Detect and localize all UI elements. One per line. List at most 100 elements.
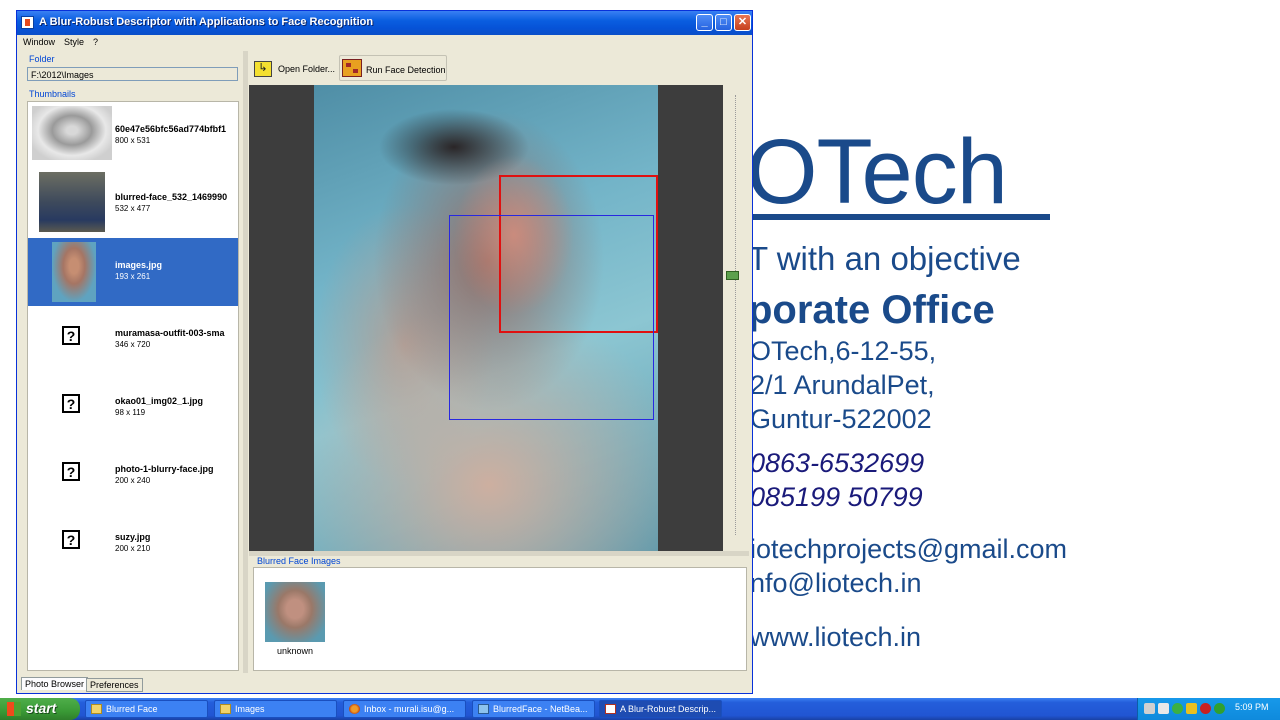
windows-logo-icon	[7, 702, 21, 716]
display-icon[interactable]	[1158, 703, 1169, 714]
thumbnail-item[interactable]: blurred-face_532_1469990 532 x 477	[28, 170, 238, 238]
blurred-faces-panel: unknown	[253, 567, 747, 671]
taskbar-item-blur-robust[interactable]: A Blur-Robust Descrip...	[599, 700, 722, 718]
thumbnail-filename: photo-1-blurry-face.jpg	[115, 464, 214, 474]
title-bar[interactable]: A Blur-Robust Descriptor with Applicatio…	[17, 11, 752, 35]
network-icon[interactable]	[1144, 703, 1155, 714]
taskbar-item-label: A Blur-Robust Descrip...	[620, 704, 717, 714]
thumbnail-item[interactable]: ? suzy.jpg 200 x 210	[28, 510, 238, 578]
maximize-button[interactable]: □	[715, 14, 732, 31]
thumbnail-filename: suzy.jpg	[115, 532, 151, 542]
thumbnail-dimensions: 200 x 210	[115, 544, 151, 553]
open-folder-label: Open Folder...	[278, 64, 336, 74]
phone-number: 085199 50799	[752, 482, 923, 512]
tab-preferences[interactable]: Preferences	[86, 678, 143, 692]
company-logo-text: OTech	[752, 121, 1008, 223]
missing-image-icon: ?	[62, 530, 80, 549]
menu-bar: Window Style ?	[17, 35, 752, 51]
thumbnail-item[interactable]: ? muramasa-outfit-003-sma 346 x 720	[28, 306, 238, 374]
thumbnail-preview	[39, 172, 105, 232]
folder-icon	[220, 704, 231, 714]
thumbnail-preview	[52, 242, 96, 302]
folder-label: Folder	[29, 54, 55, 64]
address-line: 2/1 ArundalPet,	[752, 370, 935, 400]
thumbnail-dimensions: 346 x 720	[115, 340, 151, 349]
thumbnail-item-selected[interactable]: images.jpg 193 x 261	[28, 238, 238, 306]
netbeans-icon	[478, 704, 489, 714]
thumbnail-item[interactable]: ? okao01_img02_1.jpg 98 x 119	[28, 374, 238, 442]
menu-window[interactable]: Window	[23, 37, 55, 47]
taskbar-item-label: Images	[235, 704, 265, 714]
face-region-box	[449, 215, 654, 420]
taskbar: start Blurred Face Images Inbox - murali…	[0, 698, 1280, 720]
email-address: iotechprojects@gmail.com	[752, 534, 1068, 564]
antivirus-icon[interactable]	[1200, 703, 1211, 714]
tab-photo-browser[interactable]: Photo Browser	[21, 677, 89, 690]
thumbnail-filename: images.jpg	[115, 260, 163, 270]
address-line: Guntur-522002	[752, 404, 932, 434]
logo-underline	[752, 214, 1050, 220]
app-window: A Blur-Robust Descriptor with Applicatio…	[16, 10, 753, 694]
minimize-button[interactable]: _	[696, 14, 713, 31]
email-address: nfo@liotech.in	[752, 568, 922, 598]
slider-knob[interactable]	[726, 271, 739, 280]
taskbar-item-label: Blurred Face	[106, 704, 158, 714]
start-label: start	[26, 700, 57, 716]
open-folder-icon: ↳	[254, 61, 272, 77]
thumbnail-list[interactable]: 60e47e56bfc56ad774bfbf1 800 x 531 blurre…	[27, 101, 239, 671]
messenger-icon[interactable]	[1186, 703, 1197, 714]
clock: 5:09 PM	[1235, 702, 1269, 712]
thumbnails-label: Thumbnails	[29, 89, 76, 99]
taskbar-item-blurred-face[interactable]: Blurred Face	[85, 700, 208, 718]
slide-tagline: T with an objective	[752, 240, 1021, 277]
open-folder-button[interactable]: ↳ Open Folder...	[251, 55, 337, 81]
blurred-faces-label: Blurred Face Images	[257, 556, 341, 566]
menu-help[interactable]: ?	[93, 37, 98, 47]
zoom-slider[interactable]	[724, 85, 749, 551]
thumbnail-filename: blurred-face_532_1469990	[115, 192, 228, 202]
taskbar-item-inbox[interactable]: Inbox - murali.isu@g...	[343, 700, 466, 718]
menu-style[interactable]: Style	[64, 37, 84, 47]
start-button[interactable]: start	[0, 698, 80, 720]
thumbnail-dimensions: 532 x 477	[115, 204, 151, 213]
window-title: A Blur-Robust Descriptor with Applicatio…	[39, 16, 374, 28]
face-card-label: unknown	[276, 646, 314, 656]
missing-image-icon: ?	[62, 326, 80, 345]
thumbnail-filename: muramasa-outfit-003-sma	[115, 328, 225, 338]
folder-path-field[interactable]: F:\2012\Images	[27, 67, 238, 81]
taskbar-item-netbeans[interactable]: BlurredFace - NetBea...	[472, 700, 595, 718]
background-slide: OTech T with an objective porate Office …	[752, 0, 1280, 698]
slider-track	[735, 95, 737, 535]
thumbnail-preview	[32, 106, 112, 160]
thumbnail-filename: 60e47e56bfc56ad774bfbf1	[115, 124, 227, 134]
run-face-detection-button[interactable]: Run Face Detection	[339, 55, 447, 81]
skype-icon[interactable]	[1172, 703, 1183, 714]
system-tray: 5:09 PM	[1137, 698, 1280, 720]
taskbar-item-images[interactable]: Images	[214, 700, 337, 718]
thumbnail-item[interactable]: ? photo-1-blurry-face.jpg 200 x 240	[28, 442, 238, 510]
thumbnail-dimensions: 800 x 531	[115, 136, 151, 145]
missing-image-icon: ?	[62, 394, 80, 413]
info-icon[interactable]	[1214, 703, 1225, 714]
image-viewer[interactable]	[249, 85, 723, 551]
website-url: www.liotech.in	[752, 622, 922, 652]
run-face-detection-label: Run Face Detection	[366, 65, 446, 75]
blurred-face-photo	[314, 85, 658, 551]
folder-icon	[91, 704, 102, 714]
office-title: porate Office	[752, 288, 995, 332]
address-line: OTech,6-12-55,	[752, 336, 937, 366]
firefox-icon	[349, 704, 360, 714]
thumbnail-filename: okao01_img02_1.jpg	[115, 396, 204, 406]
thumbnail-dimensions: 193 x 261	[115, 272, 151, 281]
phone-number: 0863-6532699	[752, 448, 925, 478]
close-button[interactable]: ✕	[734, 14, 751, 31]
thumbnail-dimensions: 200 x 240	[115, 476, 151, 485]
java-app-icon	[21, 16, 34, 29]
thumbnail-item[interactable]: 60e47e56bfc56ad774bfbf1 800 x 531	[28, 102, 238, 170]
taskbar-item-label: BlurredFace - NetBea...	[493, 704, 588, 714]
toolbar: ↳ Open Folder... Run Face Detection	[249, 53, 749, 83]
panel-splitter[interactable]	[243, 51, 248, 673]
face-card-image	[265, 582, 325, 642]
thumbnail-dimensions: 98 x 119	[115, 408, 146, 417]
missing-image-icon: ?	[62, 462, 80, 481]
